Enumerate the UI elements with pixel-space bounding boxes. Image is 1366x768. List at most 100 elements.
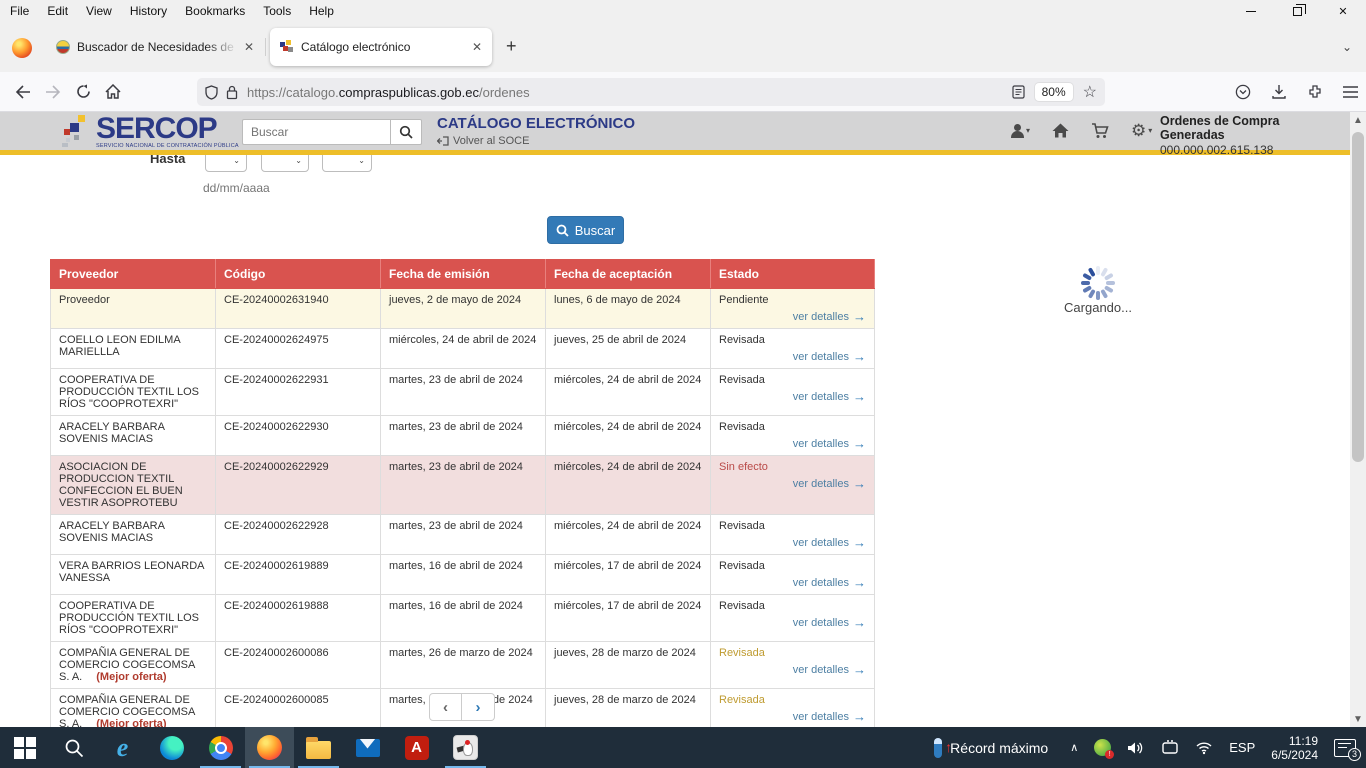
pagination: ‹ › xyxy=(429,693,495,721)
ver-detalles-link[interactable]: ver detalles→ xyxy=(793,351,866,363)
next-page-button[interactable]: › xyxy=(462,693,495,721)
url-path: /ordenes xyxy=(479,85,530,100)
app-menu-icon[interactable] xyxy=(1343,86,1358,98)
extensions-icon[interactable] xyxy=(1307,84,1323,100)
mejor-oferta-badge: (Mejor oferta) xyxy=(96,671,166,683)
menu-view[interactable]: View xyxy=(86,4,112,18)
url-bar[interactable]: https://catalogo.compraspublicas.gob.ec/… xyxy=(197,78,1105,106)
lock-icon[interactable] xyxy=(226,85,238,100)
menu-file[interactable]: File xyxy=(10,4,29,18)
scroll-down-arrow[interactable]: ▼ xyxy=(1350,711,1366,727)
url-domain: compraspublicas.gob.ec xyxy=(339,85,479,100)
ver-detalles-link[interactable]: ver detalles→ xyxy=(793,478,866,490)
downloads-icon[interactable] xyxy=(1271,84,1287,100)
settings-menu[interactable]: ⚙▾ xyxy=(1131,122,1152,139)
tray-expand-chevron-icon[interactable]: ∧ xyxy=(1070,741,1078,754)
zoom-level-badge[interactable]: 80% xyxy=(1035,83,1073,101)
cell-proveedor: COOPERATIVA DE PRODUCCIÓN TEXTIL LOS RÍO… xyxy=(51,595,216,642)
home-icon[interactable] xyxy=(98,77,128,107)
cell-proveedor: VERA BARRIOS LEONARDA VANESSA xyxy=(51,555,216,595)
page-title: CATÁLOGO ELECTRÓNICO xyxy=(437,115,635,132)
tab-buscador-necesidades[interactable]: Buscador de Necesidades de Co ✕ xyxy=(46,28,264,66)
antivirus-icon[interactable] xyxy=(1094,739,1111,756)
clock[interactable]: 11:19 6/5/2024 xyxy=(1271,734,1318,762)
volver-al-soce-link[interactable]: Volver al SOCE xyxy=(437,135,635,147)
wifi-icon[interactable] xyxy=(1195,741,1213,755)
ver-detalles-link[interactable]: ver detalles→ xyxy=(793,537,866,549)
weather-text: Récord máximo xyxy=(950,740,1048,756)
acrobat-icon[interactable]: A xyxy=(392,727,441,768)
ecuador-crest-favicon xyxy=(56,40,70,54)
pocket-icon[interactable] xyxy=(1235,84,1251,100)
cell-estado: Revisadaver detalles→ xyxy=(711,329,875,369)
ver-detalles-link[interactable]: ver detalles→ xyxy=(793,391,866,403)
header-search-button[interactable] xyxy=(390,119,422,145)
ver-detalles-link[interactable]: ver detalles→ xyxy=(793,438,866,450)
restore-button[interactable] xyxy=(1274,0,1320,22)
cart-icon[interactable] xyxy=(1091,123,1109,139)
gear-icon: ⚙ xyxy=(1131,122,1146,139)
tab-close-icon[interactable]: ✕ xyxy=(472,40,482,54)
estado-value: Sin efecto xyxy=(719,461,866,473)
chrome-icon[interactable] xyxy=(196,727,245,768)
new-tab-button[interactable]: + xyxy=(506,36,517,57)
bookmark-star-icon[interactable]: ☆ xyxy=(1083,82,1097,102)
volume-icon[interactable] xyxy=(1127,740,1145,756)
ver-detalles-link[interactable]: ver detalles→ xyxy=(793,617,866,629)
java-app-icon[interactable] xyxy=(441,727,490,768)
menu-history[interactable]: History xyxy=(130,4,167,18)
shield-icon[interactable] xyxy=(205,85,218,100)
cell-fecha-aceptacion: miércoles, 24 de abril de 2024 xyxy=(546,515,711,555)
file-explorer-icon[interactable] xyxy=(294,727,343,768)
mail-icon[interactable] xyxy=(343,727,392,768)
sercop-logo[interactable]: SERCOP SERVICIO NACIONAL DE CONTRATACIÓN… xyxy=(62,115,239,149)
back-icon[interactable] xyxy=(8,77,38,107)
cell-fecha-aceptacion: miércoles, 24 de abril de 2024 xyxy=(546,416,711,456)
tab-title: Buscador de Necesidades de Co xyxy=(77,40,238,54)
ver-detalles-link[interactable]: ver detalles→ xyxy=(793,577,866,589)
scroll-up-arrow[interactable]: ▲ xyxy=(1350,112,1366,128)
firefox-taskbar-icon[interactable] xyxy=(245,727,294,768)
firefox-icon xyxy=(12,38,32,58)
browser-menubar: File Edit View History Bookmarks Tools H… xyxy=(0,4,334,18)
minimize-button[interactable] xyxy=(1228,0,1274,22)
ver-detalles-link[interactable]: ver detalles→ xyxy=(793,311,866,323)
home-icon[interactable] xyxy=(1052,123,1069,138)
internet-explorer-icon[interactable]: e xyxy=(98,727,147,768)
order-row: COOPERATIVA DE PRODUCCIÓN TEXTIL LOS RÍO… xyxy=(51,595,875,642)
menu-help[interactable]: Help xyxy=(309,4,334,18)
reader-view-icon[interactable] xyxy=(1012,85,1025,99)
start-button[interactable] xyxy=(0,727,49,768)
arrow-right-icon: → xyxy=(853,578,866,588)
ver-detalles-link[interactable]: ver detalles→ xyxy=(793,664,866,676)
scrollbar-thumb[interactable] xyxy=(1352,132,1364,462)
menu-bookmarks[interactable]: Bookmarks xyxy=(185,4,245,18)
vertical-scrollbar[interactable]: ▲ ▼ xyxy=(1350,112,1366,727)
tab-list-chevron-icon[interactable]: ⌄ xyxy=(1342,40,1352,54)
close-button[interactable]: ✕ xyxy=(1320,0,1366,22)
cell-fecha-aceptacion: miércoles, 24 de abril de 2024 xyxy=(546,369,711,416)
language-indicator[interactable]: ESP xyxy=(1229,740,1255,755)
windows-logo-icon xyxy=(14,737,36,759)
menu-tools[interactable]: Tools xyxy=(263,4,291,18)
ver-detalles-link[interactable]: ver detalles→ xyxy=(793,711,866,723)
menu-edit[interactable]: Edit xyxy=(47,4,68,18)
cell-estado: Pendientever detalles→ xyxy=(711,289,875,329)
display-icon[interactable] xyxy=(1161,740,1179,755)
cell-codigo: CE-20240002622931 xyxy=(216,369,381,416)
reload-icon[interactable] xyxy=(68,77,98,107)
tab-close-icon[interactable]: ✕ xyxy=(244,40,254,54)
buscar-button[interactable]: Buscar xyxy=(547,216,624,244)
taskbar-search-button[interactable] xyxy=(49,727,98,768)
cell-estado: Revisadaver detalles→ xyxy=(711,369,875,416)
weather-widget[interactable]: Récord máximo xyxy=(934,738,1048,758)
previous-page-button[interactable]: ‹ xyxy=(429,693,462,721)
tab-catalogo-electronico[interactable]: Catálogo electrónico ✕ xyxy=(270,28,492,66)
header-search-input[interactable] xyxy=(242,119,390,145)
windows-taskbar: e A Récord máximo ∧ ES xyxy=(0,727,1366,768)
user-menu[interactable]: ▾ xyxy=(1010,124,1030,138)
notifications-icon[interactable]: 3 xyxy=(1334,739,1356,757)
loading-text: Cargando... xyxy=(1048,300,1148,315)
edge-icon[interactable] xyxy=(147,727,196,768)
forward-icon[interactable] xyxy=(38,77,68,107)
